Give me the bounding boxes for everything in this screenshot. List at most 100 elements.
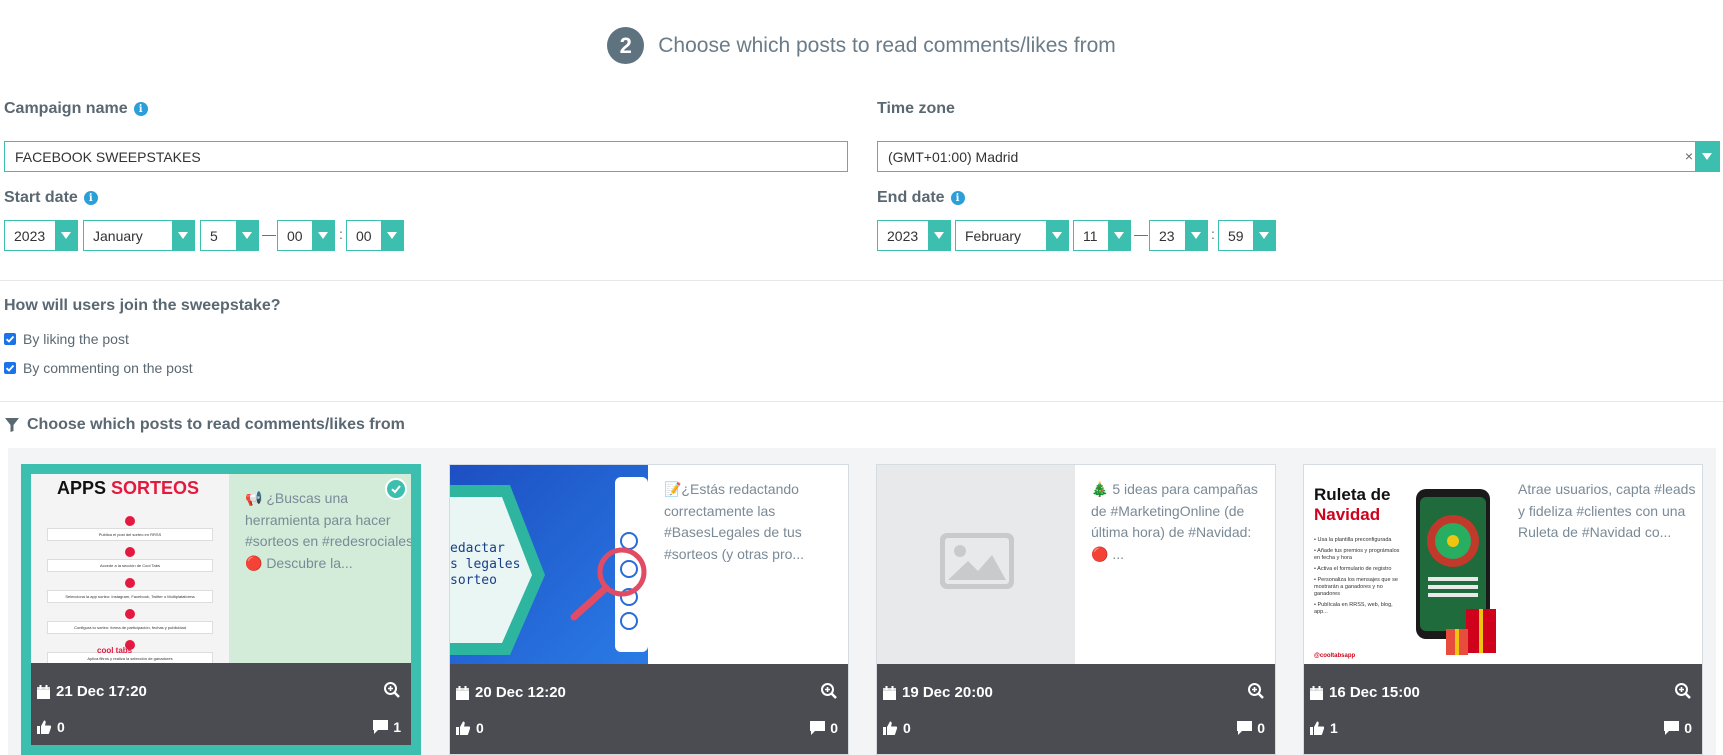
post-footer: 19 Dec 20:00 0 0 — [877, 664, 1275, 754]
post-card[interactable]: APPS SORTEOS Publica el post del sorteo … — [21, 464, 421, 755]
post-card[interactable]: edactar s legales sorteo 📝¿Estás redacta… — [449, 464, 849, 755]
zoom-in-icon[interactable] — [383, 681, 401, 704]
end-month-value: February — [965, 227, 1022, 244]
join-option-like[interactable]: By liking the post — [4, 331, 129, 347]
post-caption: 🎄 5 ideas para campañas de #MarketingOnl… — [1091, 481, 1258, 562]
post-likes: 0 — [36, 719, 65, 735]
end-hour-value: 23 — [1159, 227, 1175, 244]
chevron-down-icon — [236, 221, 258, 250]
chevron-down-icon — [55, 221, 77, 250]
end-date-label: End date i — [877, 189, 965, 207]
chevron-down-icon — [928, 221, 950, 250]
thumb-text: edactar s legales sorteo — [450, 541, 520, 589]
time-separator: : — [339, 226, 343, 242]
info-icon[interactable]: i — [83, 191, 98, 205]
end-minute-select[interactable]: 59 — [1218, 220, 1276, 251]
post-date: 19 Dec 20:00 — [882, 684, 993, 701]
clear-icon[interactable]: × — [1685, 148, 1693, 164]
zoom-in-icon[interactable] — [820, 682, 838, 705]
join-option-comment-label: By commenting on the post — [23, 360, 193, 376]
post-likes-count: 1 — [1330, 720, 1338, 736]
chevron-down-icon — [172, 221, 194, 250]
chevron-down-icon[interactable] — [1695, 142, 1719, 171]
post-date-text: 21 Dec 17:20 — [56, 683, 147, 700]
thumb-title-b: SORTEOS — [111, 478, 200, 498]
chevron-down-icon — [312, 221, 334, 250]
start-minute-select[interactable]: 00 — [346, 220, 404, 251]
posts-section-title: Choose which posts to read comments/like… — [4, 416, 405, 434]
thumbs-up-icon — [1310, 721, 1325, 735]
chevron-down-icon — [1046, 221, 1068, 250]
checkbox-checked[interactable] — [4, 333, 16, 345]
start-year-value: 2023 — [14, 227, 46, 244]
image-placeholder-icon — [940, 533, 1014, 589]
thumb-step: Publica el post del sorteo en RRSS — [47, 528, 213, 541]
end-month-select[interactable]: February — [955, 220, 1069, 251]
start-month-value: January — [93, 227, 143, 244]
start-year-select[interactable]: 2023 — [4, 220, 78, 251]
thumb-step: Accede a la sección de Cool Tabs — [47, 559, 213, 572]
thumbs-up-icon — [883, 721, 898, 735]
end-year-select[interactable]: 2023 — [877, 220, 951, 251]
post-card[interactable]: 🎄 5 ideas para campañas de #MarketingOnl… — [876, 464, 1276, 755]
time-zone-select[interactable]: (GMT+01:00) Madrid × — [877, 141, 1720, 172]
end-day-select[interactable]: 11 — [1073, 220, 1131, 251]
join-question: How will users join the sweepstake? — [4, 297, 281, 314]
thumb-brand: @cooltabsapp — [1314, 653, 1356, 659]
end-hour-select[interactable]: 23 — [1149, 220, 1208, 251]
thumb-bullet: Usa la plantilla preconfigurada — [1317, 537, 1392, 543]
section-divider — [0, 401, 1723, 402]
comment-icon — [810, 721, 826, 735]
info-icon[interactable]: i — [133, 102, 148, 116]
end-day-value: 11 — [1083, 227, 1098, 244]
post-date: 16 Dec 15:00 — [1309, 684, 1420, 701]
start-minute-value: 00 — [356, 227, 372, 244]
start-hour-value: 00 — [287, 227, 303, 244]
post-date-text: 19 Dec 20:00 — [902, 684, 993, 701]
post-footer: 16 Dec 15:00 1 0 — [1304, 664, 1702, 754]
comment-icon — [1237, 721, 1253, 735]
chevron-down-icon — [1185, 221, 1207, 250]
post-footer: 20 Dec 12:20 0 0 — [450, 664, 848, 754]
chevron-down-icon — [1108, 221, 1130, 250]
post-card[interactable]: Ruleta de Navidad • Usa la plantilla pre… — [1303, 464, 1703, 755]
step-header: 2 Choose which posts to read comments/li… — [0, 27, 1723, 64]
join-option-comment[interactable]: By commenting on the post — [4, 360, 193, 376]
start-month-select[interactable]: January — [83, 220, 195, 251]
info-icon[interactable]: i — [950, 191, 965, 205]
post-footer: 21 Dec 17:20 0 1 — [31, 663, 411, 745]
start-day-select[interactable]: 5 — [200, 220, 259, 251]
post-comments-count: 0 — [830, 720, 838, 736]
time-zone-value: (GMT+01:00) Madrid — [888, 148, 1019, 165]
step-number-badge: 2 — [607, 27, 645, 64]
thumb-bullet: Personaliza los mensajes que se mostrará… — [1314, 577, 1398, 597]
post-comments-count: 1 — [393, 719, 401, 735]
thumb-step: Selecciona la app sorteo: Instagram, Fac… — [47, 590, 213, 603]
checkbox-checked[interactable] — [4, 362, 16, 374]
post-likes-count: 0 — [476, 720, 484, 736]
thumb-bullets: • Usa la plantilla preconfigurada • Añad… — [1314, 537, 1400, 615]
thumbs-up-icon — [456, 721, 471, 735]
time-zone-label: Time zone — [877, 100, 955, 118]
end-minute-value: 59 — [1228, 227, 1244, 244]
post-thumbnail: APPS SORTEOS Publica el post del sorteo … — [31, 474, 229, 673]
post-likes: 0 — [882, 720, 911, 736]
post-comments-count: 0 — [1257, 720, 1265, 736]
selected-check-icon — [385, 478, 407, 500]
thumb-title-b: Navidad — [1314, 505, 1381, 524]
post-thumbnail — [877, 465, 1075, 664]
start-day-value: 5 — [210, 227, 218, 244]
end-year-value: 2023 — [887, 227, 919, 244]
join-option-like-label: By liking the post — [23, 331, 129, 347]
time-zone-label-text: Time zone — [877, 100, 955, 117]
campaign-name-label-text: Campaign name — [4, 100, 128, 117]
posts-section-title-text: Choose which posts to read comments/like… — [27, 416, 405, 433]
start-hour-select[interactable]: 00 — [277, 220, 335, 251]
post-likes: 1 — [1309, 720, 1338, 736]
calendar-icon — [456, 685, 469, 700]
post-comments: 0 — [1236, 720, 1265, 736]
zoom-in-icon[interactable] — [1674, 682, 1692, 705]
post-comments: 1 — [372, 719, 401, 735]
zoom-in-icon[interactable] — [1247, 682, 1265, 705]
campaign-name-input[interactable]: FACEBOOK SWEEPSTAKES — [4, 141, 848, 172]
